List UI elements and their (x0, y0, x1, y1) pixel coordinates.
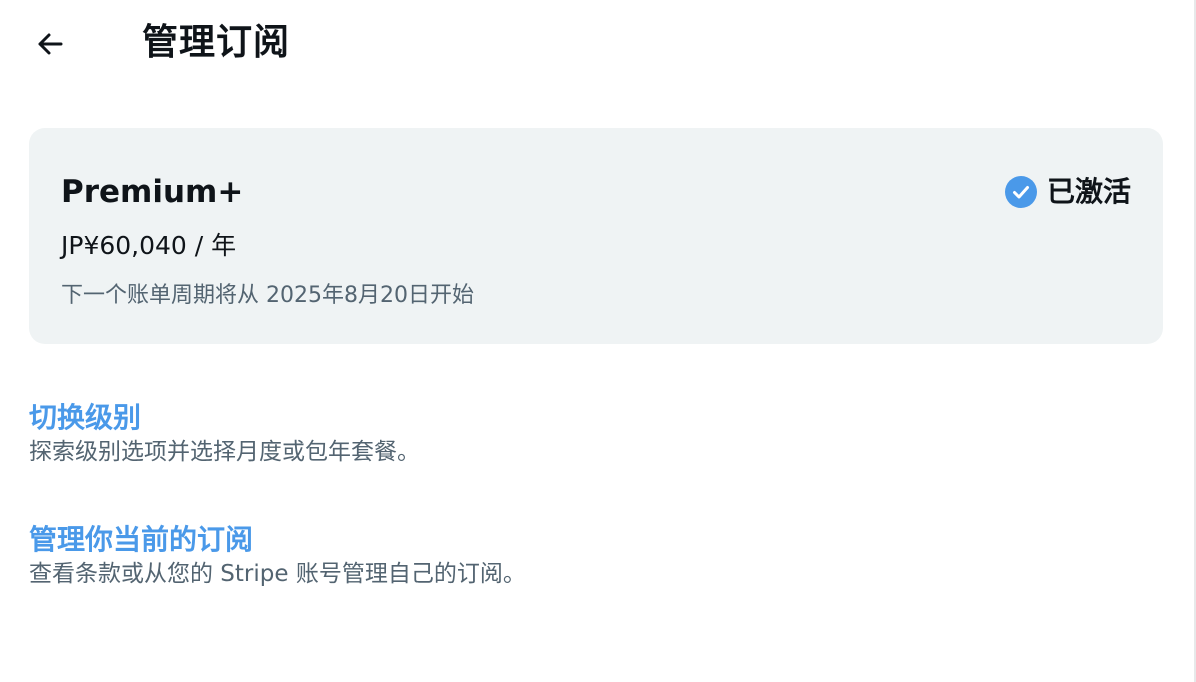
plan-card: Premium+ JP¥60,040 / 年 下一个账单周期将从 2025年8月… (29, 128, 1163, 344)
billing-cycle-note: 下一个账单周期将从 2025年8月20日开始 (61, 283, 474, 308)
status-label: 已激活 (1046, 175, 1131, 208)
manage-current-subscription-option: 管理你当前的订阅 查看条款或从您的 Stripe 账号管理自己的订阅。 (29, 522, 1129, 590)
switch-tier-link[interactable]: 切换级别 (29, 400, 141, 436)
status-badge: 已激活 (1004, 172, 1131, 212)
switch-tier-description: 探索级别选项并选择月度或包年套餐。 (29, 439, 420, 465)
manage-subscription-page: 管理订阅 Premium+ JP¥60,040 / 年 下一个账单周期将从 20… (0, 0, 1196, 682)
arrow-left-icon (38, 33, 63, 55)
switch-tier-option: 切换级别 探索级别选项并选择月度或包年套餐。 (29, 400, 1129, 468)
plan-name: Premium+ (61, 174, 244, 210)
back-button[interactable] (22, 22, 78, 66)
page-title: 管理订阅 (142, 22, 291, 63)
manage-current-subscription-description: 查看条款或从您的 Stripe 账号管理自己的订阅。 (29, 561, 526, 587)
manage-current-subscription-link[interactable]: 管理你当前的订阅 (29, 522, 253, 558)
header: 管理订阅 (0, 0, 1196, 88)
check-circle-icon (1004, 176, 1037, 208)
plan-price: JP¥60,040 / 年 (61, 231, 237, 260)
